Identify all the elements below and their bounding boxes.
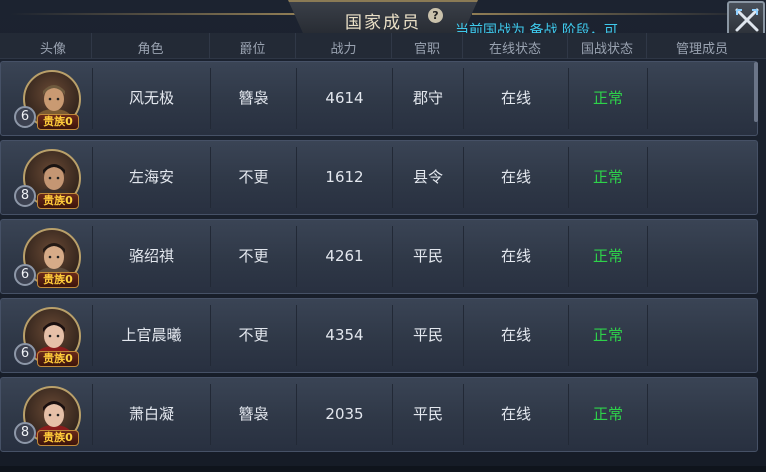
header-online: 在线状态 — [488, 42, 541, 57]
scrollbar[interactable] — [754, 62, 758, 122]
member-online-status: 在线 — [500, 89, 531, 107]
header-war-status: 国战状态 — [580, 42, 633, 57]
member-online-status: 在线 — [500, 405, 531, 423]
noble-badge: 贵族0 — [37, 351, 79, 367]
header-manage: 管理成员 — [675, 42, 728, 57]
noble-badge: 贵族0 — [37, 114, 79, 130]
member-office: 郡守 — [412, 89, 443, 107]
member-office: 县令 — [412, 168, 443, 186]
member-manage-cell[interactable] — [648, 299, 758, 372]
noble-label: 贵族 — [43, 431, 66, 444]
member-war-status: 正常 — [592, 89, 623, 107]
noble-label: 贵族 — [43, 115, 66, 128]
noble-value: 0 — [65, 352, 73, 365]
member-row[interactable]: 8 贵族0 左海安 不更 1612 县令 在线 正常 — [0, 140, 758, 215]
member-rank: 簪袅 — [238, 89, 269, 107]
avatar[interactable]: 6 贵族0 — [14, 307, 83, 367]
question-mark-icon[interactable]: ? — [428, 8, 443, 23]
title-ornament-left — [10, 13, 295, 15]
noble-value: 0 — [65, 273, 73, 286]
avatar[interactable]: 6 贵族0 — [14, 228, 83, 288]
noble-label: 贵族 — [43, 352, 66, 365]
title-ornament-right — [472, 13, 727, 15]
level-badge: 8 — [14, 185, 36, 207]
noble-label: 贵族 — [43, 273, 66, 286]
member-war-status: 正常 — [592, 405, 623, 423]
member-war-status: 正常 — [592, 168, 623, 186]
header-avatar: 头像 — [39, 42, 66, 57]
member-name: 左海安 — [128, 168, 174, 186]
member-power: 4261 — [325, 247, 364, 265]
level-badge: 8 — [14, 422, 36, 444]
level-badge: 6 — [14, 106, 36, 128]
member-office: 平民 — [412, 247, 443, 265]
member-power: 1612 — [325, 168, 364, 186]
member-row[interactable]: 6 贵族0 骆绍祺 不更 4261 平民 在线 正常 — [0, 219, 758, 294]
member-manage-cell[interactable] — [648, 378, 758, 451]
member-name: 萧白凝 — [128, 405, 174, 423]
panel-title: 国家成员 — [345, 13, 421, 33]
member-online-status: 在线 — [500, 247, 531, 265]
crossed-swords-close-icon — [735, 8, 759, 32]
member-power: 4614 — [325, 89, 364, 107]
member-manage-cell[interactable] — [648, 62, 758, 135]
member-office: 平民 — [412, 326, 443, 344]
avatar[interactable]: 6 贵族0 — [14, 70, 83, 130]
member-war-status: 正常 — [592, 326, 623, 344]
member-power: 2035 — [325, 405, 364, 423]
member-manage-cell[interactable] — [648, 220, 758, 293]
header-rank: 爵位 — [239, 42, 266, 57]
member-war-status: 正常 — [592, 247, 623, 265]
header-power: 战力 — [330, 42, 357, 57]
member-rank: 簪袅 — [238, 405, 269, 423]
member-office: 平民 — [412, 405, 443, 423]
table-header: 头像 角色 爵位 战力 官职 在线状态 国战状态 管理成员 — [0, 33, 766, 59]
level-badge: 6 — [14, 264, 36, 286]
member-name: 风无极 — [128, 89, 174, 107]
header-role: 角色 — [137, 42, 164, 57]
avatar[interactable]: 8 贵族0 — [14, 149, 83, 209]
noble-badge: 贵族0 — [37, 272, 79, 288]
bottom-edge — [0, 466, 766, 472]
noble-value: 0 — [65, 194, 73, 207]
member-manage-cell[interactable] — [648, 141, 758, 214]
member-rank: 不更 — [238, 247, 269, 265]
noble-badge: 贵族0 — [37, 430, 79, 446]
noble-label: 贵族 — [43, 194, 66, 207]
member-online-status: 在线 — [500, 168, 531, 186]
header-office: 官职 — [413, 42, 440, 57]
member-online-status: 在线 — [500, 326, 531, 344]
member-row[interactable]: 8 贵族0 萧白凝 簪袅 2035 平民 在线 正常 — [0, 377, 758, 452]
level-badge: 6 — [14, 343, 36, 365]
member-row[interactable]: 6 贵族0 风无极 簪袅 4614 郡守 在线 正常 — [0, 61, 758, 136]
member-rank: 不更 — [238, 326, 269, 344]
country-members-panel: 国家成员 ? 当前国战为 备战 阶段，可 头像 角色 爵位 战力 官职 在线状态… — [0, 0, 766, 472]
member-rank: 不更 — [238, 168, 269, 186]
member-row[interactable]: 6 贵族0 上官晨曦 不更 4354 平民 在线 正常 — [0, 298, 758, 373]
member-power: 4354 — [325, 326, 364, 344]
avatar[interactable]: 8 贵族0 — [14, 386, 83, 446]
close-button[interactable] — [727, 1, 765, 37]
noble-value: 0 — [65, 115, 73, 128]
noble-badge: 贵族0 — [37, 193, 79, 209]
noble-value: 0 — [65, 431, 73, 444]
member-name: 上官晨曦 — [121, 326, 182, 344]
member-name: 骆绍祺 — [128, 247, 174, 265]
